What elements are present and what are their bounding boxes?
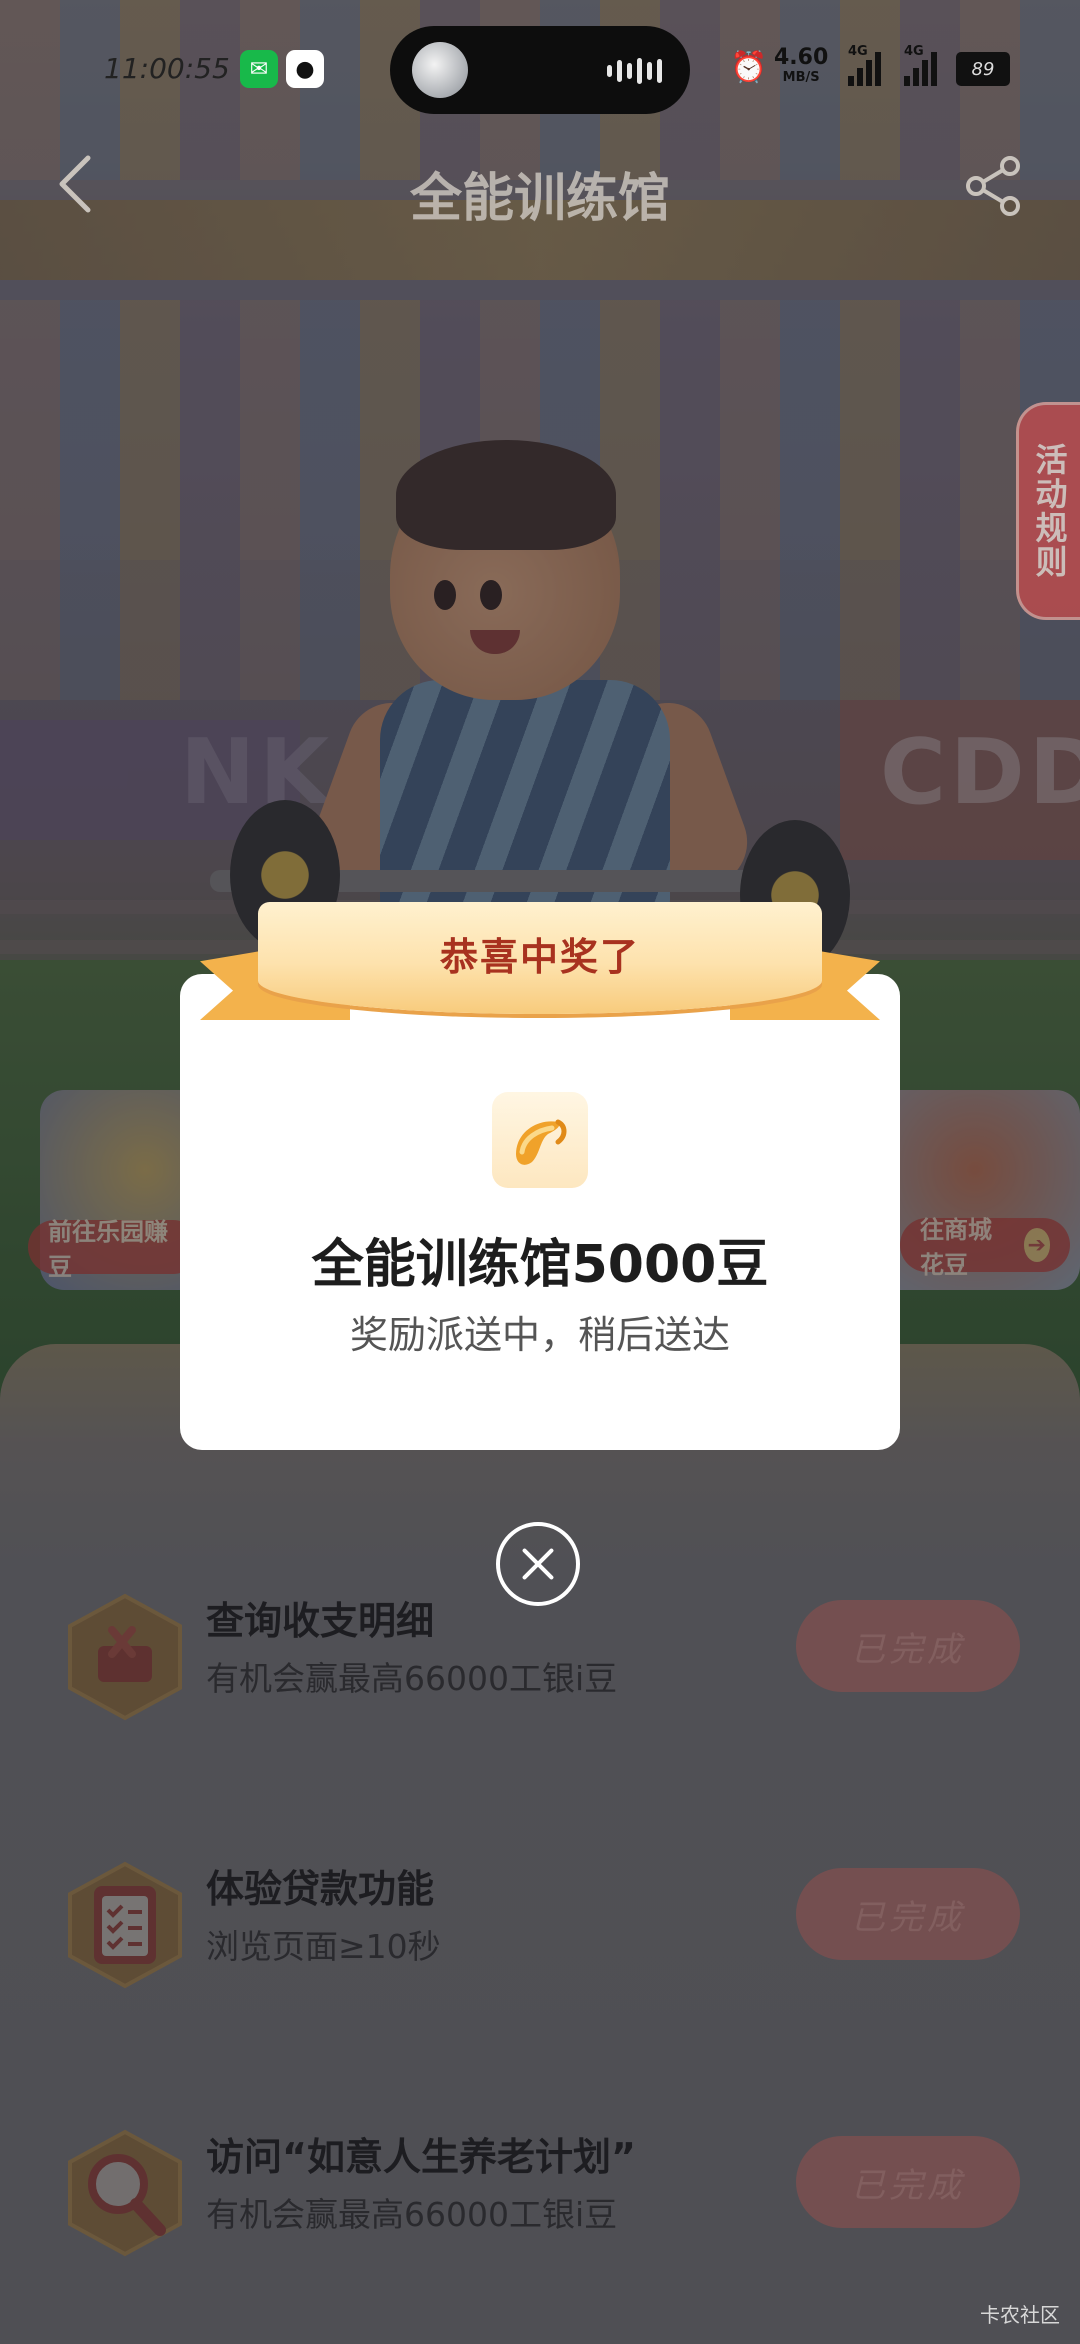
congrats-title: 恭喜中奖了 bbox=[439, 935, 640, 979]
network-type-label: 4G bbox=[904, 44, 924, 59]
network-speed-unit: MB/S bbox=[782, 70, 820, 85]
watermark-label: 卡农社区 bbox=[980, 2303, 1060, 2327]
signal-icon: 4G bbox=[904, 44, 937, 86]
page-title: 全能训练馆 bbox=[409, 169, 670, 229]
wechat-icon: ✉ bbox=[240, 50, 278, 88]
prize-title: 全能训练馆5000豆 bbox=[311, 1235, 769, 1295]
dynamic-island[interactable] bbox=[390, 26, 690, 114]
network-type-label: 4G bbox=[848, 44, 868, 59]
status-bar: 11:00:55 ✉ ● ⏰ 4.60 MB/S 4G 4G 89 bbox=[0, 0, 1080, 140]
alarm-icon: ⏰ bbox=[730, 50, 768, 85]
media-avatar bbox=[412, 42, 468, 98]
activity-rules-tab[interactable]: 活动规则 bbox=[1016, 402, 1080, 620]
qq-icon: ● bbox=[286, 50, 324, 88]
bean-icon bbox=[492, 1092, 588, 1188]
close-icon[interactable] bbox=[496, 1522, 580, 1606]
prize-subtitle: 奖励派送中，稍后送达 bbox=[349, 1313, 730, 1357]
congrats-ribbon: 恭喜中奖了 bbox=[200, 902, 880, 1052]
audio-wave-icon bbox=[607, 58, 662, 84]
share-icon[interactable] bbox=[964, 154, 1024, 218]
network-speed: 4.60 MB/S bbox=[774, 45, 829, 88]
status-time: 11:00:55 bbox=[104, 52, 230, 85]
network-speed-value: 4.60 bbox=[774, 45, 829, 70]
signal-icon: 4G bbox=[848, 44, 881, 86]
battery-icon: 89 bbox=[956, 52, 1010, 86]
